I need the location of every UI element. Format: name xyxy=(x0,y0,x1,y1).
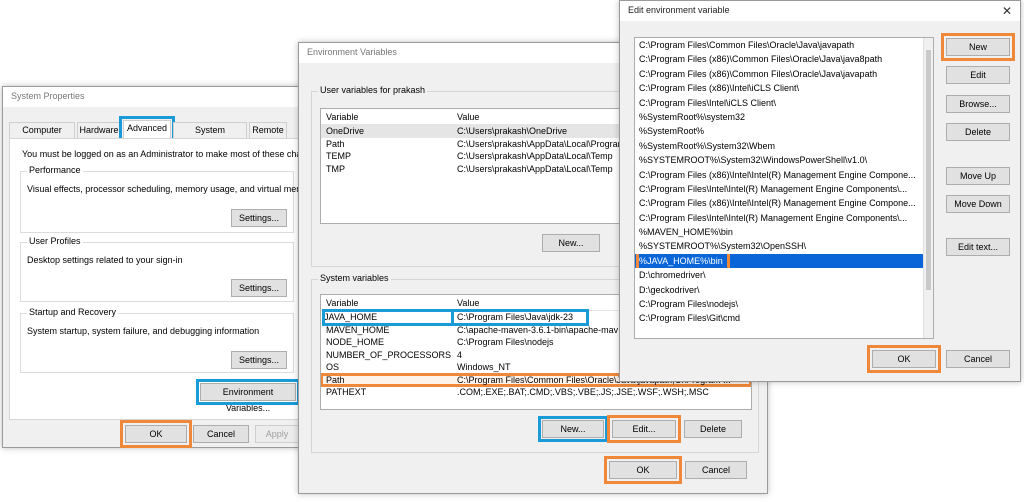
startup-recovery-label: Startup and Recovery xyxy=(27,307,119,317)
list-item[interactable]: C:\Program Files (x86)\Intel\Intel(R) Ma… xyxy=(635,168,933,182)
list-item-selected[interactable]: %JAVA_HOME%\bin xyxy=(635,253,933,269)
cancel-button[interactable]: Cancel xyxy=(946,350,1010,368)
tab-hardware[interactable]: Hardware xyxy=(77,122,121,138)
variable-value: C:\Users\prakash\OneDrive xyxy=(457,126,568,136)
list-item[interactable]: %SYSTEMROOT%\System32\OpenSSH\ xyxy=(635,239,933,253)
list-item[interactable]: C:\Program Files\Intel\iCLS Client\ xyxy=(635,96,933,110)
startup-settings-button[interactable]: Settings... xyxy=(231,351,287,369)
variable-name: PATHEXT xyxy=(326,387,367,397)
cancel-button[interactable]: Cancel xyxy=(685,461,747,479)
startup-recovery-desc: System startup, system failure, and debu… xyxy=(27,326,260,336)
tab-computer-name[interactable]: Computer Name xyxy=(9,122,75,149)
user-new-button[interactable]: New... xyxy=(542,234,600,252)
apply-button[interactable]: Apply xyxy=(255,425,299,443)
tab-strip: Computer Name Hardware Advanced System P… xyxy=(9,116,299,149)
system-edit-button[interactable]: Edit... xyxy=(607,415,681,443)
tab-panel: You must be logged on as an Administrato… xyxy=(9,138,323,420)
list-item[interactable]: %MAVEN_HOME%\bin xyxy=(635,225,933,239)
list-item[interactable]: %SystemRoot% xyxy=(635,124,933,138)
list-item[interactable]: C:\Program Files (x86)\Intel\iCLS Client… xyxy=(635,81,933,95)
scrollbar-thumb[interactable] xyxy=(926,50,931,290)
performance-settings-button[interactable]: Settings... xyxy=(231,209,287,227)
ok-button[interactable]: OK xyxy=(867,345,941,373)
list-item[interactable]: C:\Program Files\Intel\Intel(R) Manageme… xyxy=(635,211,933,225)
user-variables-label: User variables for prakash xyxy=(318,85,428,95)
tab-remote[interactable]: Remote xyxy=(249,122,287,138)
user-profiles-group: User Profiles Desktop settings related t… xyxy=(20,236,294,302)
environment-variables-button[interactable]: Environment Variables... xyxy=(196,379,300,413)
browse-button[interactable]: Browse... xyxy=(946,95,1010,113)
col-variable[interactable]: Variable xyxy=(326,109,358,125)
ok-button[interactable]: OK xyxy=(604,456,682,484)
new-button[interactable]: New xyxy=(941,33,1015,61)
system-new-button[interactable]: New... xyxy=(538,416,608,442)
table-row[interactable]: PATHEXT .COM;.EXE;.BAT;.CMD;.VBS;.VBE;.J… xyxy=(321,386,751,399)
variable-name: NUMBER_OF_PROCESSORS xyxy=(326,349,452,360)
col-variable[interactable]: Variable xyxy=(326,295,358,311)
variable-name: Path xyxy=(326,138,345,149)
list-item[interactable]: C:\Program Files\nodejs\ xyxy=(635,297,933,311)
variable-name: NODE_HOME xyxy=(326,337,385,347)
list-item[interactable]: C:\Program Files\Common Files\Oracle\Jav… xyxy=(635,38,933,52)
cancel-button[interactable]: Cancel xyxy=(193,425,249,443)
list-item[interactable]: %SystemRoot%\System32\Wbem xyxy=(635,139,933,153)
list-item[interactable]: C:\Program Files\Git\cmd xyxy=(635,311,933,325)
window-title: Edit environment variable xyxy=(620,1,1020,21)
variable-value: .COM;.EXE;.BAT;.CMD;.VBS;.VBE;.JS;.JSE;.… xyxy=(457,387,709,397)
performance-group: Performance Visual effects, processor sc… xyxy=(20,165,316,233)
user-profiles-settings-button[interactable]: Settings... xyxy=(231,279,287,297)
list-item[interactable]: C:\Program Files (x86)\Common Files\Orac… xyxy=(635,67,933,81)
variable-value: C:\Users\prakash\AppData\Local\Temp xyxy=(457,151,613,161)
variable-value: Windows_NT xyxy=(457,362,511,372)
system-properties-window: System Properties Computer Name Hardware… xyxy=(2,86,323,448)
performance-label: Performance xyxy=(27,165,83,175)
close-icon[interactable]: ✕ xyxy=(1002,4,1012,18)
window-title: System Properties xyxy=(3,87,303,107)
tab-advanced[interactable]: Advanced xyxy=(119,116,175,142)
edit-environment-variable-window: Edit environment variable ✕ C:\Program F… xyxy=(619,0,1021,382)
move-up-button[interactable]: Move Up xyxy=(946,167,1010,185)
variable-name: TMP xyxy=(326,163,345,174)
startup-recovery-group: Startup and Recovery System startup, sys… xyxy=(20,307,294,373)
variable-name: JAVA_HOME xyxy=(322,309,454,326)
variable-name: Path xyxy=(326,374,345,385)
variable-value: C:\Program Files\Java\jdk-23 xyxy=(451,309,589,326)
variable-name: TEMP xyxy=(326,151,352,161)
tab-system-protection[interactable]: System Protection xyxy=(173,122,247,149)
vertical-scrollbar[interactable] xyxy=(923,38,933,338)
col-value[interactable]: Value xyxy=(457,109,479,125)
list-item[interactable]: D:\chromedriver\ xyxy=(635,268,933,282)
variable-name: OneDrive xyxy=(326,126,365,136)
col-value[interactable]: Value xyxy=(457,295,479,311)
variable-value: C:\Program Files\nodejs xyxy=(457,337,554,347)
edit-text-button[interactable]: Edit text... xyxy=(946,238,1010,256)
list-item[interactable]: %SystemRoot%\system32 xyxy=(635,110,933,124)
admin-note: You must be logged on as an Administrato… xyxy=(22,149,324,159)
move-down-button[interactable]: Move Down xyxy=(946,195,1010,213)
variable-value: C:\apache-maven-3.6.1-bin\apache-mav xyxy=(457,324,619,335)
path-entries-list[interactable]: C:\Program Files\Common Files\Oracle\Jav… xyxy=(634,37,934,339)
performance-desc: Visual effects, processor scheduling, me… xyxy=(27,184,317,194)
variable-value: C:\Users\prakash\AppData\Local\Program xyxy=(457,138,626,149)
ok-button[interactable]: OK xyxy=(120,420,192,448)
java-home-bin-entry: %JAVA_HOME%\bin xyxy=(636,253,730,269)
edit-button[interactable]: Edit xyxy=(946,66,1010,84)
list-item[interactable]: D:\geckodriver\ xyxy=(635,283,933,297)
system-delete-button[interactable]: Delete xyxy=(684,420,742,438)
list-item[interactable]: %SYSTEMROOT%\System32\WindowsPowerShell\… xyxy=(635,153,933,167)
delete-button[interactable]: Delete xyxy=(946,123,1010,141)
user-profiles-label: User Profiles xyxy=(27,236,83,246)
variable-name: OS xyxy=(326,362,340,372)
system-variables-label: System variables xyxy=(318,273,391,283)
user-profiles-desc: Desktop settings related to your sign-in xyxy=(27,255,183,265)
variable-name: MAVEN_HOME xyxy=(326,324,390,335)
variable-value: 4 xyxy=(457,349,463,360)
list-item[interactable]: C:\Program Files (x86)\Common Files\Orac… xyxy=(635,52,933,66)
variable-value: C:\Users\prakash\AppData\Local\Temp xyxy=(457,163,613,174)
list-item[interactable]: C:\Program Files (x86)\Intel\Intel(R) Ma… xyxy=(635,196,933,210)
list-item[interactable]: C:\Program Files\Intel\Intel(R) Manageme… xyxy=(635,182,933,196)
